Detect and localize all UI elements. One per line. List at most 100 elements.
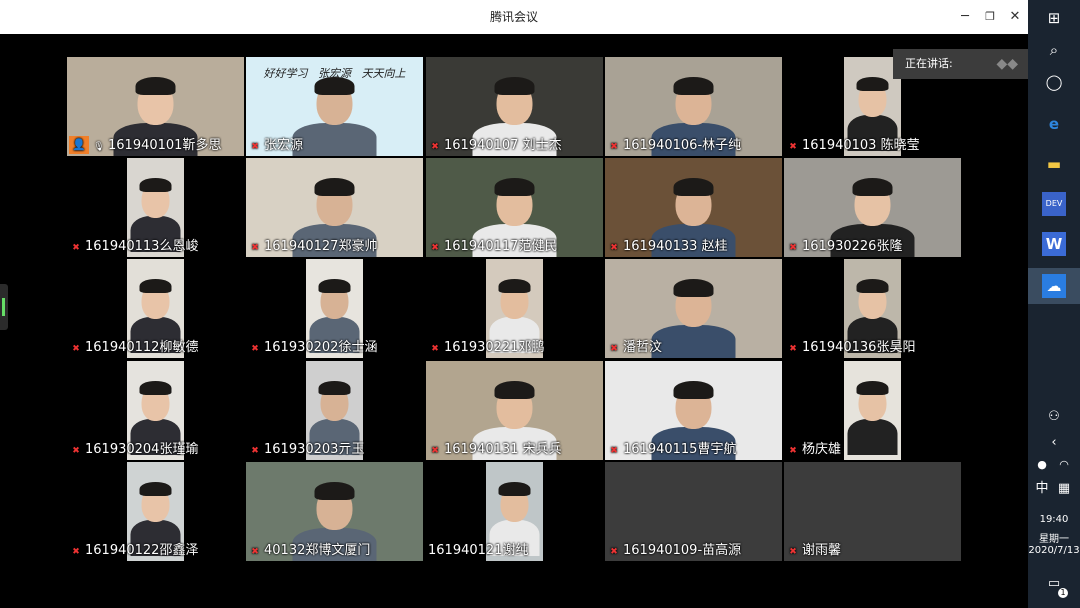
- participant-tile[interactable]: ✖ 161930204张瑾瑜: [72, 361, 198, 460]
- participant-name: 161930226张隆: [802, 239, 903, 254]
- restore-button[interactable]: ❐: [977, 0, 1003, 34]
- participant-name: 161940122邵鑫泽: [85, 543, 199, 558]
- participant-tile[interactable]: ✖ 161940115曹宇航: [605, 361, 782, 460]
- microphone-muted-icon: ✖: [789, 446, 797, 456]
- participant-name: 161940117范健民: [444, 239, 558, 254]
- participant-name: 161940107 刘士杰: [444, 138, 562, 153]
- participant-name-bar: 161940121谢纯: [426, 541, 605, 561]
- participant-name: 161940131 宋兵兵: [444, 442, 562, 457]
- minimize-button[interactable]: ─: [952, 0, 978, 34]
- dev-tool-icon[interactable]: DEV: [1042, 192, 1066, 216]
- participant-tile[interactable]: ✖ 161940122邵鑫泽: [72, 462, 198, 561]
- participant-name-bar: ✖ 161930202徐士涵: [246, 338, 425, 358]
- wifi-icon[interactable]: ◠: [1054, 453, 1074, 477]
- participant-name-bar: ✖ 潘哲汶: [605, 338, 782, 358]
- ime-indicator[interactable]: 中: [1032, 477, 1052, 501]
- title-bar: 腾讯会议 ─ ❐ ✕: [0, 0, 1028, 34]
- file-explorer-icon[interactable]: ▬: [1042, 152, 1066, 176]
- participant-name: 161930202徐士涵: [264, 340, 378, 355]
- participant-tile[interactable]: ✖ 161940107 刘士杰: [426, 57, 603, 156]
- background-banner-text: 好好学习 张宏源 天天向上: [263, 67, 406, 80]
- clock-time[interactable]: 19:40: [1028, 514, 1080, 525]
- clock-date[interactable]: 2020/7/13: [1028, 545, 1080, 556]
- microphone-muted-icon: ✖: [251, 547, 259, 557]
- participant-tile[interactable]: ✖ 潘哲汶: [605, 259, 782, 358]
- microphone-muted-icon: ✖: [72, 446, 80, 456]
- participant-name-bar: ✖ 161930203亓玉: [246, 440, 425, 460]
- participant-name-bar: ✖ 161930221邓鹏: [426, 338, 605, 358]
- participant-tile[interactable]: ✖ 161930203亓玉: [251, 361, 364, 460]
- wps-icon[interactable]: W: [1042, 232, 1066, 256]
- microphone-muted-icon: ✖: [431, 446, 439, 456]
- participant-tile[interactable]: 👤 🎙 161940101靳多思: [67, 57, 244, 156]
- participant-name-bar: ✖ 161930226张隆: [784, 237, 961, 257]
- participant-name-bar: ✖ 161940113么恩峻: [67, 237, 246, 257]
- speaking-label: 正在讲话:: [905, 57, 953, 70]
- clock-weekday[interactable]: 星期一: [1028, 530, 1080, 545]
- participant-name: 161940136张昊阳: [802, 340, 916, 355]
- microphone-icon: 🎙: [93, 142, 105, 152]
- participant-name-bar: ✖ 161940122邵鑫泽: [67, 541, 246, 561]
- tencent-meeting-icon[interactable]: ☁: [1042, 274, 1066, 298]
- participant-tile[interactable]: ✖ 161940127郑豪帅: [246, 158, 423, 257]
- participant-tile[interactable]: ✖ 161940109-苗高源: [605, 462, 782, 561]
- participant-name-bar: 👤 🎙 161940101靳多思: [67, 136, 244, 156]
- participant-tile[interactable]: ✖ 161940112柳敏德: [72, 259, 198, 358]
- microphone-muted-icon: ✖: [251, 446, 259, 456]
- participant-name: 161930204张瑾瑜: [85, 442, 199, 457]
- close-button[interactable]: ✕: [1002, 0, 1028, 34]
- participant-tile[interactable]: ✖ 40132郑博文厦门: [246, 462, 423, 561]
- microphone-muted-icon: ✖: [72, 547, 80, 557]
- participant-name: 161940106-林子纯: [623, 138, 742, 153]
- window-title: 腾讯会议: [489, 10, 538, 24]
- search-icon[interactable]: ⌕: [1042, 38, 1066, 62]
- microphone-muted-icon: ✖: [610, 142, 618, 152]
- participant-tile[interactable]: 好好学习 张宏源 天天向上 ✖ 张宏源: [246, 57, 423, 156]
- participant-tile[interactable]: ✖ 161930221邓鹏: [431, 259, 544, 358]
- participant-tile[interactable]: ✖ 161930226张隆: [784, 158, 961, 257]
- participant-name: 161940112柳敏德: [85, 340, 199, 355]
- participant-tile[interactable]: ✖ 161930202徐士涵: [251, 259, 377, 358]
- calendar-grid-icon[interactable]: ▦: [1054, 477, 1074, 501]
- microphone-muted-icon: ✖: [431, 142, 439, 152]
- participant-tile[interactable]: ✖ 161940136张昊阳: [789, 259, 915, 358]
- participant-tile[interactable]: ✖ 161940113么恩峻: [72, 158, 198, 257]
- windows-taskbar: ⊞ ⌕ ◯ e ▬ DEV W ☁ ⚇ ‹ ● ◠ 中 ▦ 19:40 星期一 …: [1028, 0, 1080, 608]
- notification-count: 1: [1058, 588, 1068, 598]
- participant-name: 161930221邓鹏: [444, 340, 545, 355]
- microphone-muted-icon: ✖: [72, 243, 80, 253]
- microphone-muted-icon: ✖: [72, 344, 80, 354]
- participant-tile[interactable]: ✖ 谢雨馨: [784, 462, 961, 561]
- participant-name: 161940121谢纯: [428, 543, 529, 558]
- edge-browser-icon[interactable]: e: [1042, 112, 1066, 136]
- participant-name-bar: ✖ 161940127郑豪帅: [246, 237, 423, 257]
- participant-name: 张宏源: [264, 138, 304, 153]
- participant-tile[interactable]: 161940121谢纯: [428, 462, 543, 561]
- participant-name-bar: ✖ 张宏源: [246, 136, 423, 156]
- participant-name-bar: ✖ 161940109-苗高源: [605, 541, 782, 561]
- participant-name: 杨庆雄: [802, 442, 842, 457]
- participant-tile[interactable]: ✖ 161940106-林子纯: [605, 57, 782, 156]
- participant-tile[interactable]: ✖ 杨庆雄: [789, 361, 901, 460]
- microphone-muted-icon: ✖: [610, 344, 618, 354]
- side-panel-handle[interactable]: [0, 284, 8, 330]
- notification-icon[interactable]: ▭ 1: [1042, 572, 1068, 598]
- microphone-muted-icon: ✖: [610, 547, 618, 557]
- participant-tile[interactable]: ✖ 161940133 赵桂: [605, 158, 782, 257]
- participant-name-bar: ✖ 161940115曹宇航: [605, 440, 782, 460]
- participant-tile[interactable]: ✖ 161940117范健民: [426, 158, 603, 257]
- microphone-muted-icon: ✖: [251, 243, 259, 253]
- participant-name-bar: ✖ 161940106-林子纯: [605, 136, 782, 156]
- participant-tile[interactable]: ✖ 161940131 宋兵兵: [426, 361, 603, 460]
- microphone-muted-icon: ✖: [431, 243, 439, 253]
- people-icon[interactable]: ⚇: [1042, 405, 1066, 429]
- windows-logo-icon[interactable]: ⊞: [1042, 6, 1066, 30]
- participant-name: 161940101靳多思: [108, 138, 222, 153]
- qq-icon[interactable]: ●: [1032, 453, 1052, 477]
- participant-name-bar: ✖ 161940136张昊阳: [784, 338, 963, 358]
- chevron-left-icon[interactable]: ‹: [1042, 431, 1066, 455]
- participant-name: 161940115曹宇航: [623, 442, 737, 457]
- cortana-icon[interactable]: ◯: [1042, 70, 1066, 94]
- participant-name-bar: ✖ 谢雨馨: [784, 541, 961, 561]
- participant-name-bar: ✖ 杨庆雄: [784, 440, 963, 460]
